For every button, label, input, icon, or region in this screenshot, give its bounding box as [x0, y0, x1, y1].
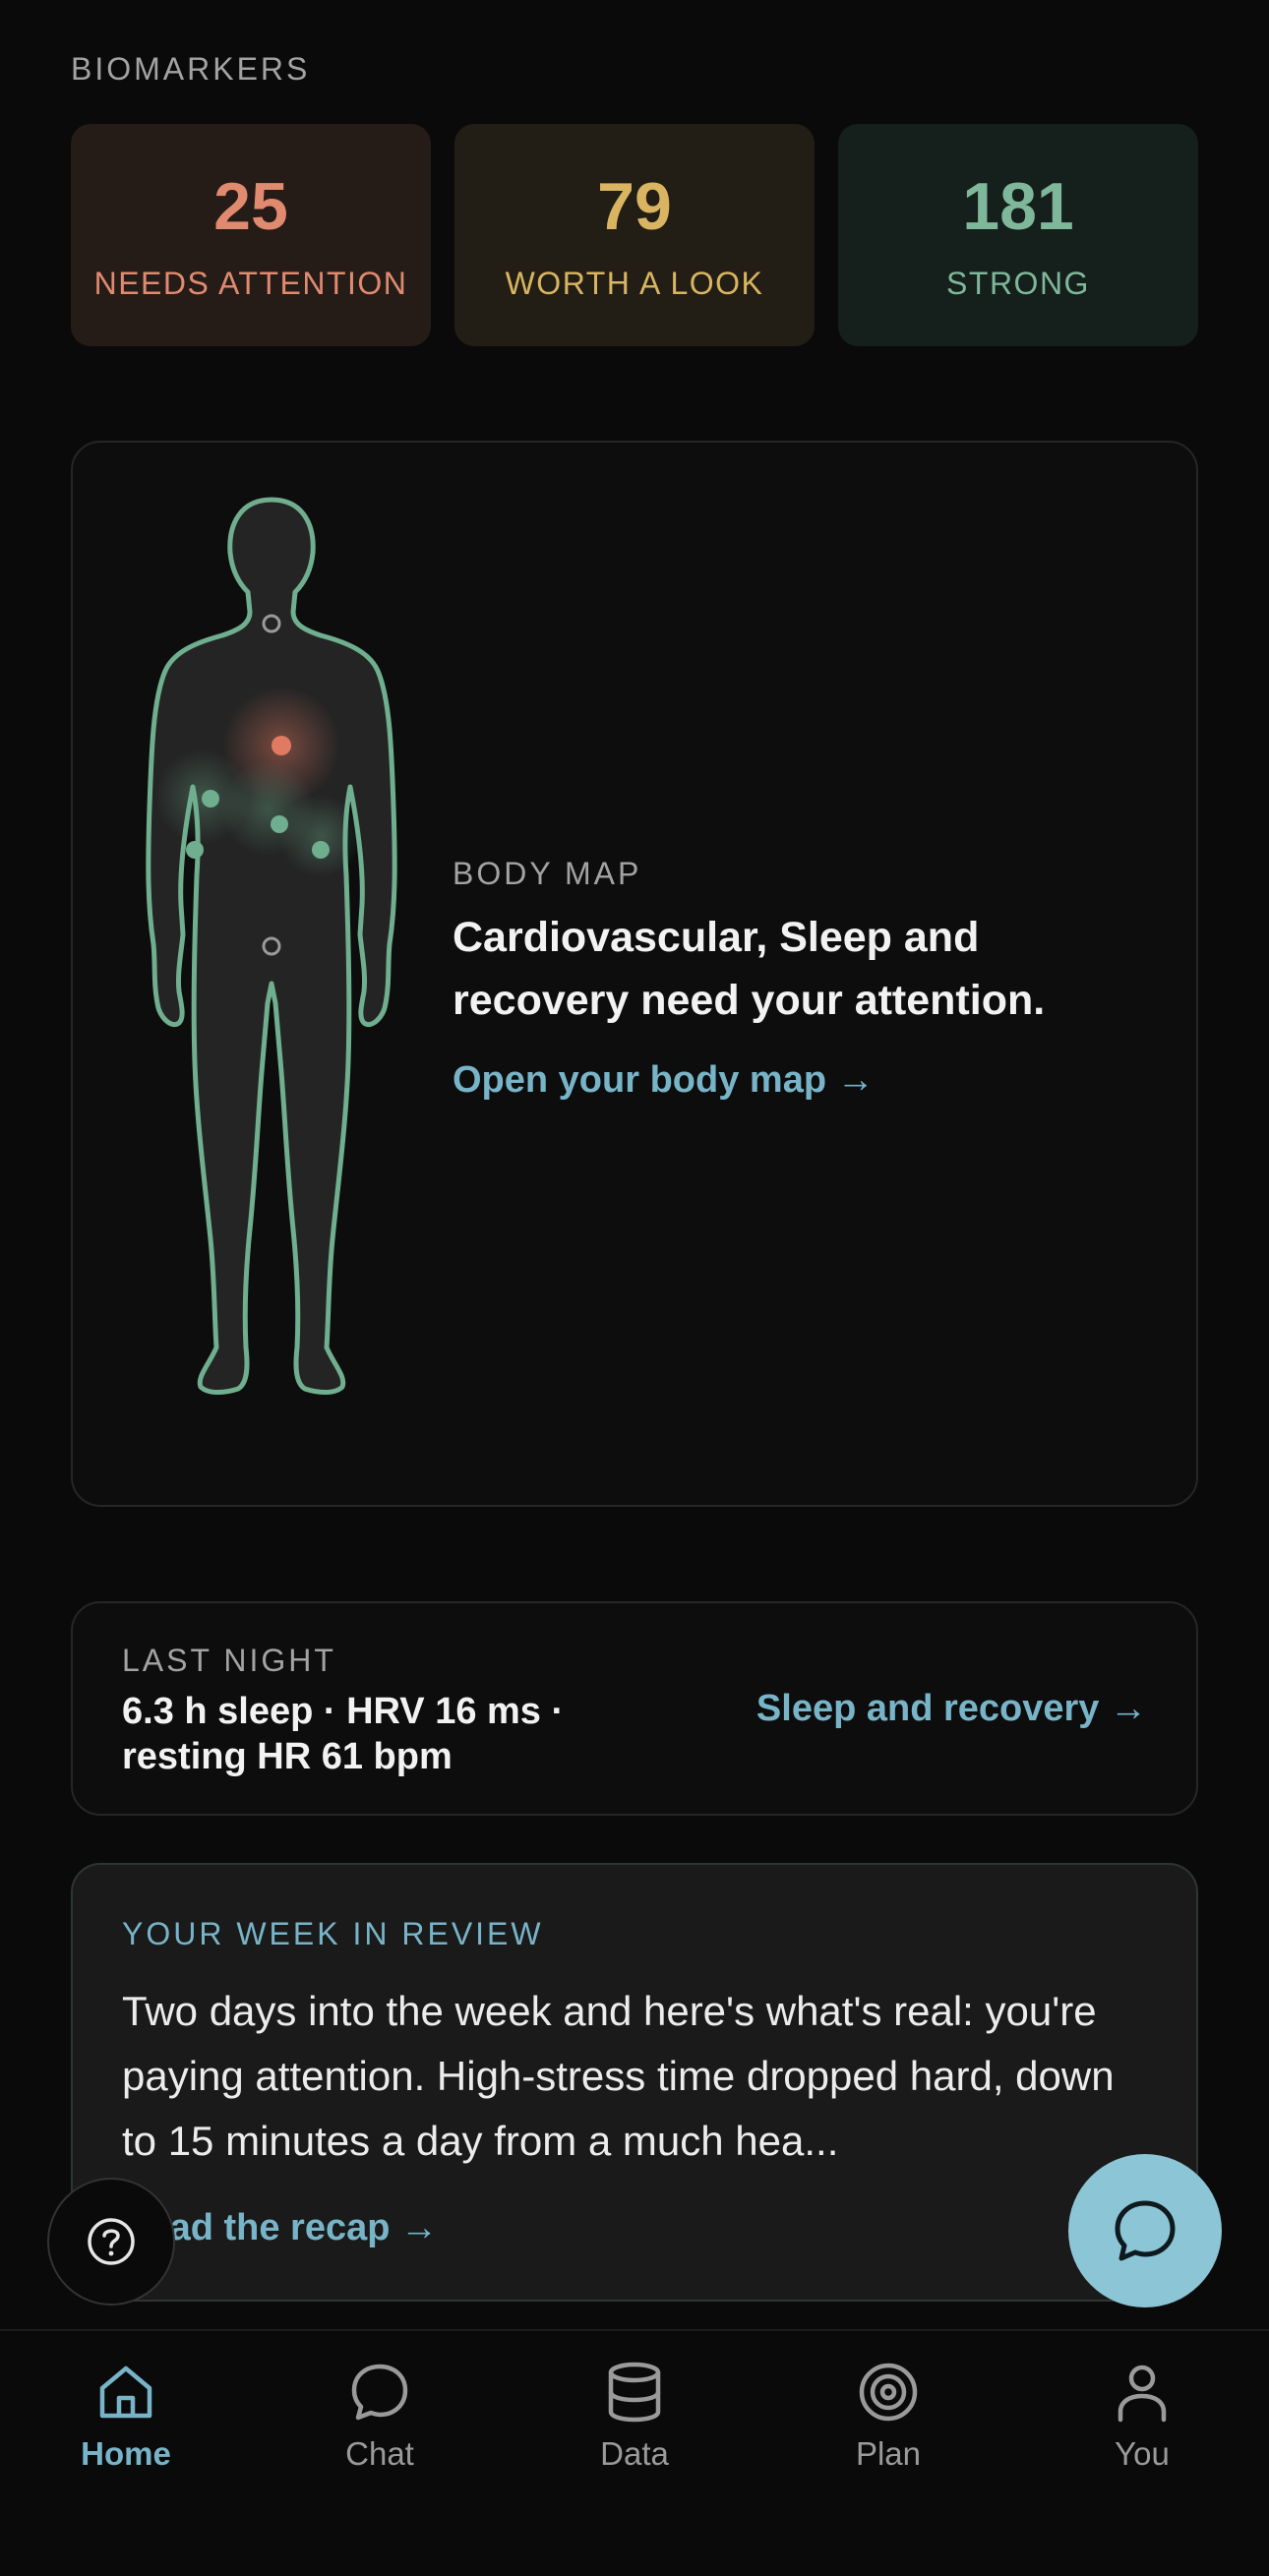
strong-label: STRONG [946, 266, 1090, 301]
body-figure-icon [146, 497, 397, 1395]
help-button[interactable] [47, 2178, 175, 2306]
tab-data[interactable]: Data [536, 2361, 733, 2473]
worth-a-look-count: 79 [597, 169, 672, 244]
home-icon [99, 2366, 152, 2419]
tab-plan-label: Plan [855, 2435, 922, 2472]
needs-attention-count: 25 [213, 169, 288, 244]
tab-you-label: You [1115, 2435, 1170, 2472]
tab-home-label: Home [81, 2435, 171, 2472]
tab-chat[interactable]: Chat [281, 2361, 478, 2473]
tab-you[interactable]: You [1044, 2361, 1240, 2473]
strong-count: 181 [962, 169, 1074, 244]
last-night-card[interactable]: LAST NIGHT 6.3 h sleep · HRV 16 ms · res… [71, 1601, 1198, 1816]
open-body-map-link[interactable]: Open your body map → [453, 1059, 1141, 1102]
biomarker-tiles: 25 NEEDS ATTENTION 79 WORTH A LOOK 181 S… [71, 124, 1198, 346]
bottom-tab-bar: Home Chat Data Plan You [0, 2329, 1269, 2576]
last-night-summary: 6.3 h sleep · HRV 16 ms · resting HR 61 … [122, 1691, 565, 1777]
strong-tile[interactable]: 181 STRONG [838, 124, 1198, 346]
chat-fab-button[interactable] [1068, 2154, 1222, 2307]
question-icon [88, 2218, 135, 2265]
week-review-body: Two days into the week and here's what's… [122, 1988, 1115, 2164]
body-map-title: Cardiovascular, Sleep and recovery need … [453, 914, 1046, 1024]
chat-icon [351, 2364, 408, 2421]
worth-a-look-tile[interactable]: 79 WORTH A LOOK [454, 124, 815, 346]
body-map-card[interactable]: BODY MAP Cardiovascular, Sleep and recov… [71, 441, 1198, 1507]
tab-plan[interactable]: Plan [790, 2361, 987, 2473]
body-map-eyebrow: BODY MAP [453, 856, 642, 891]
tab-data-label: Data [600, 2435, 669, 2472]
week-review-card[interactable]: YOUR WEEK IN REVIEW Two days into the we… [71, 1863, 1198, 2302]
sleep-recovery-link[interactable]: Sleep and recovery → [756, 1688, 1147, 1730]
biomarkers-label: BIOMARKERS [71, 51, 311, 87]
needs-attention-tile[interactable]: 25 NEEDS ATTENTION [71, 124, 431, 346]
worth-a-look-label: WORTH A LOOK [505, 266, 764, 301]
tab-chat-label: Chat [345, 2435, 414, 2472]
person-icon [1118, 2365, 1167, 2423]
needs-attention-label: NEEDS ATTENTION [93, 266, 408, 301]
last-night-eyebrow: LAST NIGHT [122, 1643, 336, 1678]
database-icon [608, 2362, 661, 2423]
body-map-text: BODY MAP Cardiovascular, Sleep and recov… [453, 856, 1141, 1102]
chat-bubble-icon [1115, 2200, 1176, 2261]
target-icon [859, 2363, 918, 2422]
tab-home[interactable]: Home [28, 2361, 224, 2473]
week-review-eyebrow: YOUR WEEK IN REVIEW [122, 1916, 544, 1951]
